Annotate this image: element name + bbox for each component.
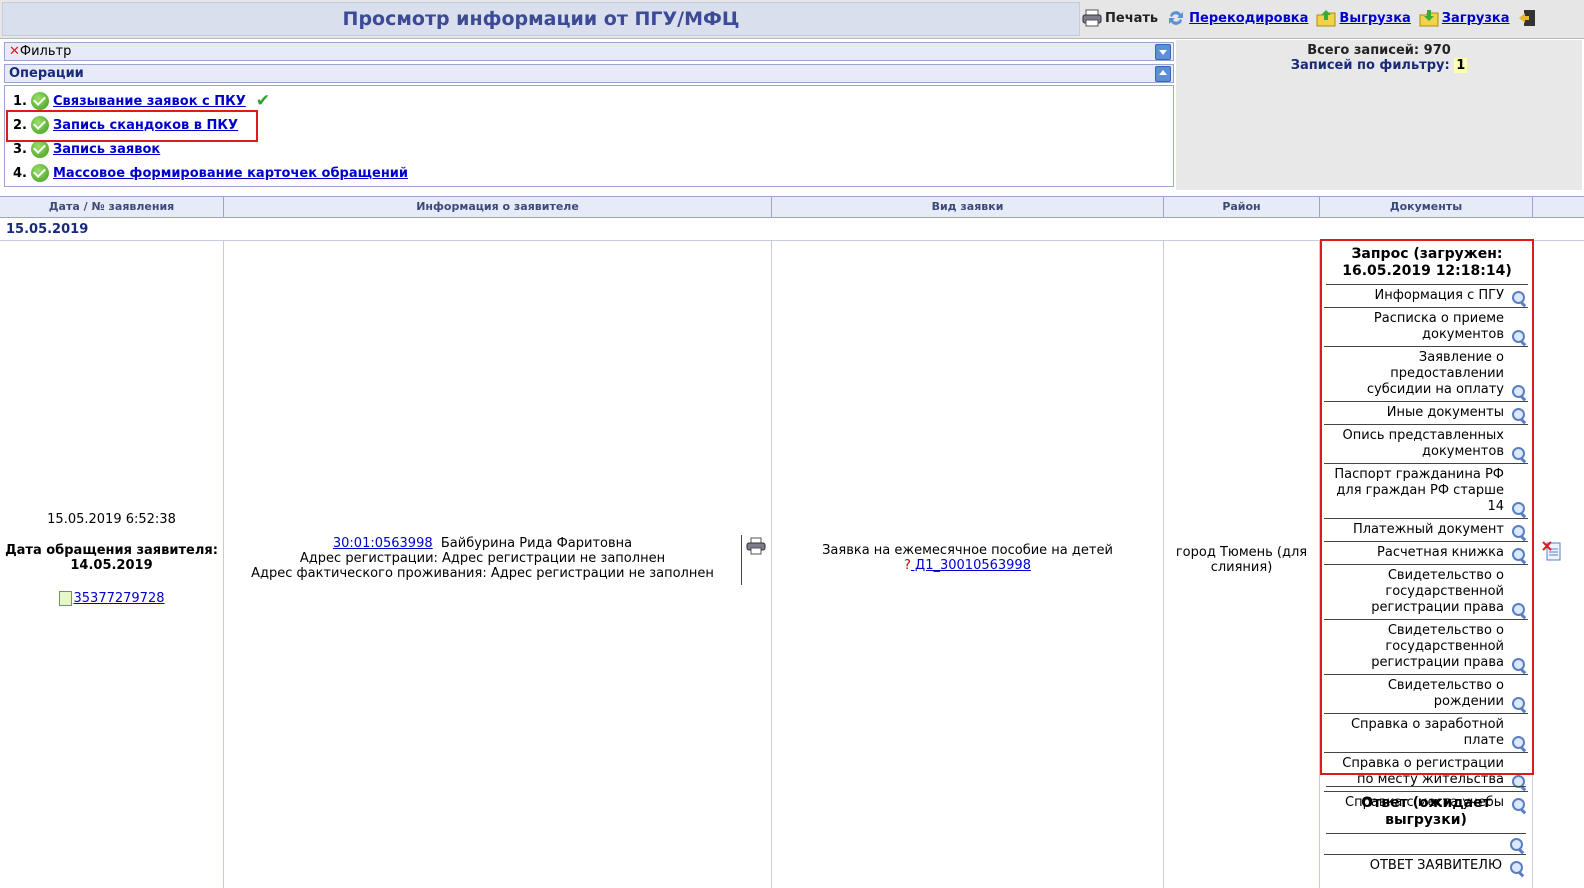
filter-bar[interactable]: ✕Фильтр	[4, 42, 1174, 61]
print-applicant-icon[interactable]	[746, 537, 766, 555]
column-header-date[interactable]: Дата / № заявления	[0, 197, 224, 217]
table-header: Дата / № заявления Информация о заявител…	[0, 196, 1584, 218]
district: город Тюмень (для слияния)	[1175, 545, 1308, 575]
import-button[interactable]: Загрузка	[1419, 8, 1510, 28]
doc-number-row: 35377279728	[0, 591, 223, 606]
stats-panel: Всего записей: 970 Записей по фильтру: 1	[1176, 40, 1582, 190]
filter-label: Фильтр	[19, 44, 72, 59]
column-header-applicant[interactable]: Информация о заявителе	[224, 197, 772, 217]
request-type: Заявка на ежемесячное пособие на детей	[822, 543, 1113, 558]
recode-button[interactable]: Перекодировка	[1166, 8, 1308, 28]
response-section: Ответ (ожидает выгрузки) ОТВЕТ ЗАЯВИТЕЛЮ	[1322, 786, 1530, 878]
operations-bar[interactable]: Операции	[4, 64, 1174, 83]
header-bar: Просмотр информации от ПГУ/МФЦ Печать Пе…	[0, 0, 1584, 39]
request-datetime: 15.05.2019 6:52:38	[47, 512, 176, 527]
applicant-info: 30:01:0563998 Байбурина Рида Фаритовна А…	[224, 536, 741, 581]
check-circle-icon	[31, 140, 49, 158]
request-info: Заявка на ежемесячное пособие на детей ?…	[772, 543, 1163, 573]
date-group-label: 15.05.2019	[6, 222, 89, 237]
export-label: Выгрузка	[1339, 10, 1411, 26]
date-group-row: 15.05.2019	[0, 218, 1584, 241]
import-label: Загрузка	[1441, 10, 1510, 26]
operation-item-1: 1. Связывание заявок с ПКУ ✔	[13, 91, 271, 111]
check-circle-icon	[31, 92, 49, 110]
operations-title: Операции	[9, 66, 84, 81]
filtered-records: Записей по фильтру: 1	[1290, 58, 1468, 73]
page-title: Просмотр информации от ПГУ/МФЦ	[2, 2, 1080, 36]
cell-applicant: 30:01:0563998 Байбурина Рида Фаритовна А…	[224, 241, 772, 888]
filter-close-icon[interactable]: ✕	[9, 44, 20, 59]
column-header-type[interactable]: Вид заявки	[772, 197, 1164, 217]
export-button[interactable]: Выгрузка	[1316, 8, 1411, 28]
operation-link-mass-cards[interactable]: Массовое формирование карточек обращений	[53, 166, 408, 181]
cell-request-type: Заявка на ежемесячное пособие на детей ?…	[772, 241, 1164, 888]
response-item[interactable]: ОТВЕТ ЗАЯВИТЕЛЮ	[1324, 855, 1526, 878]
print-button[interactable]: Печать	[1082, 8, 1158, 28]
import-icon	[1419, 10, 1439, 27]
column-header-documents[interactable]: Документы	[1320, 197, 1533, 217]
operation-item-4: 4. Массовое формирование карточек обраще…	[13, 164, 409, 182]
toolbar: Печать Перекодировка Выгрузка Загрузка	[1082, 0, 1538, 36]
response-header: Ответ (ожидает выгрузки)	[1326, 786, 1526, 834]
cell-date: 15.05.2019 6:52:38 Дата обращения заявит…	[0, 241, 224, 888]
cell-district: город Тюмень (для слияния)	[1164, 241, 1320, 888]
printer-icon	[1082, 9, 1102, 27]
applicant-id-link[interactable]: 30:01:0563998	[333, 536, 433, 551]
column-header-district[interactable]: Район	[1164, 197, 1320, 217]
operations-collapse-icon[interactable]	[1155, 66, 1171, 82]
exit-icon[interactable]	[1518, 8, 1538, 28]
recode-icon	[1169, 11, 1184, 25]
applied-date: Дата обращения заявителя: 14.05.2019	[5, 543, 218, 573]
recode-label: Перекодировка	[1189, 10, 1309, 26]
operation-link-write-requests[interactable]: Запись заявок	[53, 142, 160, 157]
document-icon	[58, 591, 72, 606]
applicant-name: Байбурина Рида Фаритовна	[440, 536, 633, 551]
magnifier-icon[interactable]	[1510, 861, 1525, 878]
print-label: Печать	[1105, 10, 1159, 26]
reg-address: Адрес регистрации: Адрес регистрации не …	[299, 551, 666, 566]
doc-number-link[interactable]: 35377279728	[74, 591, 165, 606]
filter-expand-icon[interactable]	[1155, 44, 1171, 60]
checkmark-icon: ✔	[255, 91, 271, 111]
operation-link-link-requests[interactable]: Связывание заявок с ПКУ	[53, 94, 246, 109]
request-link[interactable]: Д1_30010563998	[911, 558, 1031, 573]
total-records: Всего записей: 970	[1307, 43, 1451, 58]
response-item[interactable]	[1324, 834, 1526, 855]
export-icon	[1316, 10, 1336, 27]
question-icon: ?	[904, 558, 911, 573]
actual-address: Адрес фактического проживания: Адрес рег…	[251, 566, 714, 581]
magnifier-icon[interactable]	[1510, 838, 1525, 855]
highlight-box-documents	[1320, 239, 1534, 775]
cell-divider	[741, 535, 742, 585]
delete-document-icon[interactable]	[1542, 540, 1562, 562]
check-circle-icon	[31, 164, 49, 182]
highlight-box-operation	[6, 110, 258, 142]
